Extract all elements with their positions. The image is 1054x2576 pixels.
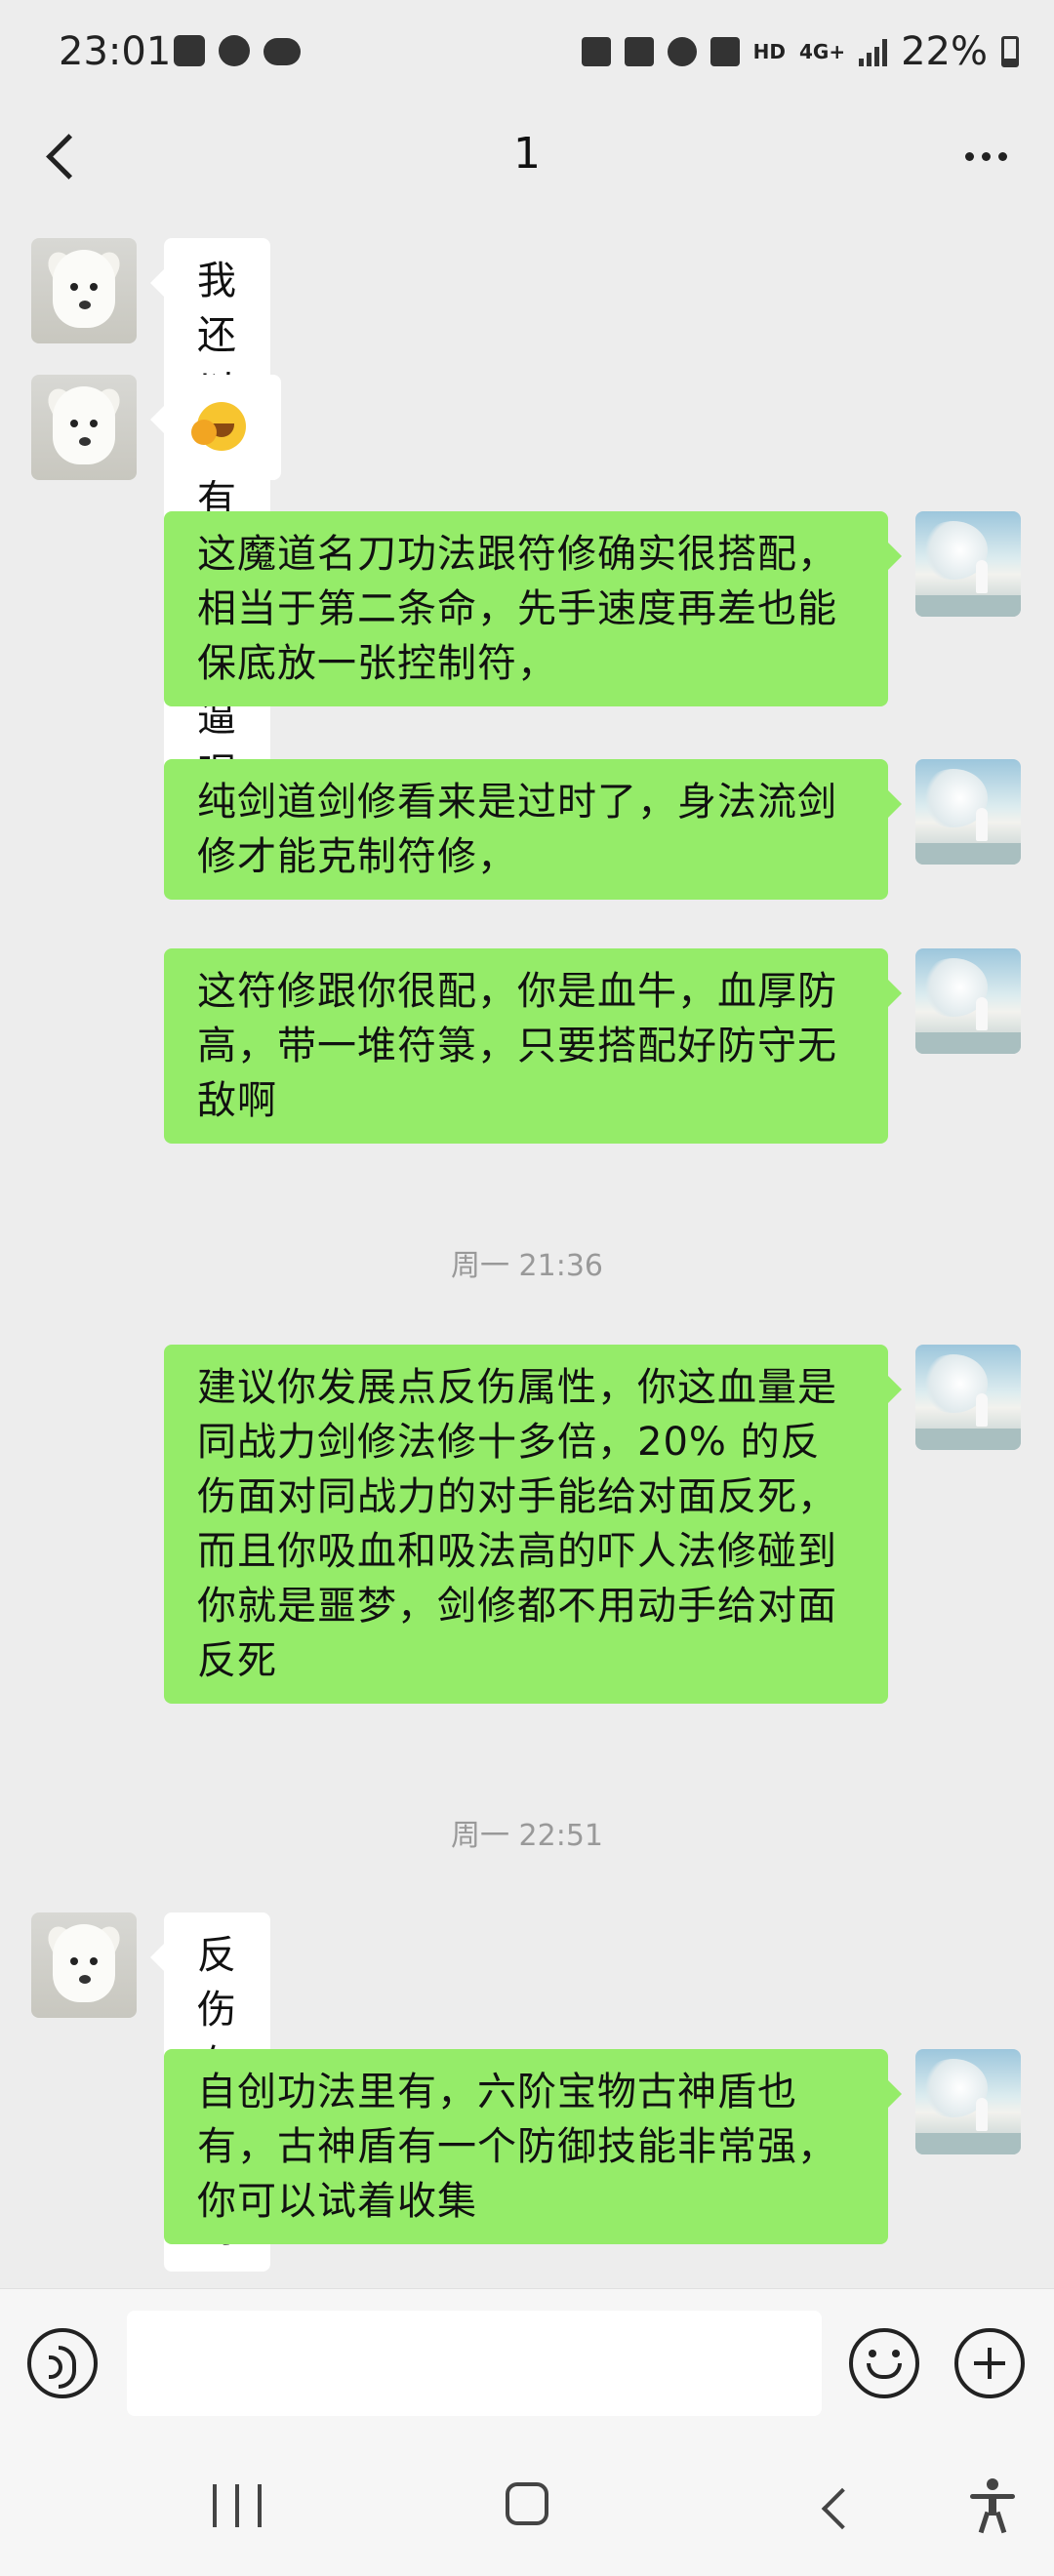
self-avatar[interactable]: [915, 948, 1021, 1054]
signal-icon: [859, 37, 888, 66]
message-bubble[interactable]: 这魔道名刀功法跟符修确实很搭配，相当于第二条命，先手速度再差也能保底放一张控制符…: [164, 511, 902, 706]
self-avatar[interactable]: [915, 1345, 1021, 1450]
gallery-icon: [174, 35, 205, 66]
mute-icon: [709, 37, 740, 66]
self-avatar[interactable]: [915, 511, 1021, 617]
timestamp: 周一 22:51: [451, 1819, 603, 1853]
message-bubble[interactable]: [150, 375, 281, 480]
home-button[interactable]: [506, 2482, 548, 2525]
input-bar: [0, 2288, 1054, 2440]
status-system-icons: HD 4G+ 22%: [581, 29, 1019, 74]
timestamp: 周一 21:36: [451, 1249, 603, 1283]
self-avatar[interactable]: [915, 759, 1021, 865]
self-avatar[interactable]: [915, 2049, 1021, 2154]
chat-header: 1: [0, 107, 1054, 205]
more-options-button[interactable]: [956, 137, 1015, 176]
message-bubble[interactable]: 这符修跟你很配，你是血牛，血厚防高，带一堆符箓，只要搭配好防守无敌啊: [164, 948, 902, 1144]
nfc-icon: [581, 37, 611, 66]
battery-percent: 22%: [901, 29, 988, 74]
system-nav-bar: [0, 2439, 1054, 2576]
globe-icon: [219, 35, 250, 66]
status-notification-icons: [174, 35, 301, 66]
alarm-icon: [667, 37, 697, 66]
message-input[interactable]: [127, 2311, 822, 2416]
system-back-button[interactable]: [816, 2486, 855, 2525]
4g-icon: 4G+: [799, 40, 846, 63]
contact-avatar[interactable]: [31, 375, 137, 480]
recent-apps-button[interactable]: [213, 2484, 262, 2527]
battery-icon: [1001, 36, 1019, 67]
cloud-sync-icon: [264, 38, 301, 65]
contact-avatar[interactable]: [31, 238, 137, 343]
laugh-cry-emoji-icon: [191, 402, 246, 451]
message-bubble[interactable]: 纯剑道剑修看来是过时了，身法流剑修才能克制符修，: [164, 759, 902, 900]
voice-input-button[interactable]: [27, 2328, 98, 2398]
message-bubble[interactable]: 建议你发展点反伤属性，你这血量是同战力剑修法修十多倍，20% 的反伤面对同战力的…: [164, 1345, 902, 1704]
chat-title: 1: [513, 129, 541, 179]
emoji-button[interactable]: [849, 2328, 919, 2398]
status-time: 23:01: [59, 29, 172, 74]
sleep-icon: [624, 37, 654, 66]
hd-icon: HD: [752, 40, 786, 63]
status-bar: 23:01 HD 4G+ 22%: [0, 0, 1054, 107]
more-actions-button[interactable]: [954, 2328, 1025, 2398]
message-bubble[interactable]: 自创功法里有，六阶宝物古神盾也有，古神盾有一个防御技能非常强，你可以试着收集: [164, 2049, 902, 2244]
accessibility-icon[interactable]: [966, 2478, 1019, 2534]
contact-avatar[interactable]: [31, 1912, 137, 2018]
